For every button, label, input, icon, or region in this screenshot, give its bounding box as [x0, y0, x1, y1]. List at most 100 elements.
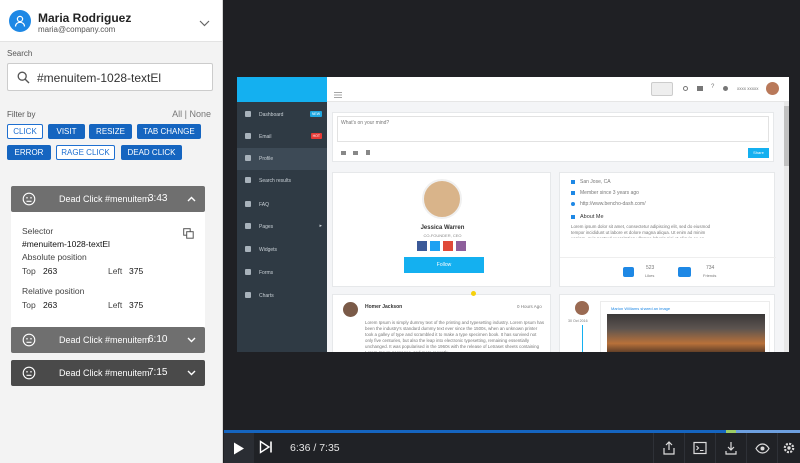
recorded-nav-label: Email	[259, 134, 272, 140]
recorded-nav-label: Search results	[259, 178, 291, 184]
event-card: Dead Click #menuitem-1028-textEl 7:15	[11, 360, 205, 386]
recorded-post-input: What's on your mind?	[337, 116, 769, 142]
recorded-nav-label: Pages	[259, 224, 274, 230]
gear-icon	[723, 86, 728, 91]
recorded-share-button: Share	[748, 148, 769, 158]
recorded-logo	[237, 77, 327, 102]
recorded-nav-item: Charts	[237, 285, 327, 307]
about-title: About Me	[580, 214, 604, 220]
player-controls: 6:36 / 7:35	[224, 433, 800, 463]
member-icon	[571, 191, 575, 195]
event-card: Dead Click #menuitem-1028-textEl 3:43 Se…	[11, 186, 205, 327]
recorded-nav-item: Search results	[237, 170, 327, 192]
console-button[interactable]	[684, 433, 715, 463]
event-time: 3:43	[148, 193, 168, 204]
dashboard-icon	[245, 111, 251, 117]
filter-rage-click-button[interactable]: RAGE CLICK	[56, 145, 115, 160]
timeline-line	[582, 325, 583, 352]
event-header[interactable]: Dead Click #menuitem-1028-textEl 3:43	[11, 186, 205, 212]
gear-icon	[783, 442, 795, 454]
chevron-down-icon[interactable]	[177, 360, 205, 386]
chevron-up-icon[interactable]	[177, 186, 205, 212]
search-icon	[683, 86, 688, 91]
chevron-down-icon[interactable]	[177, 327, 205, 353]
post-placeholder: What's on your mind?	[341, 120, 390, 126]
info-website: http://www.bencho-dash.com/	[580, 201, 646, 207]
recorded-nav-item: Profile	[237, 148, 327, 170]
download-button[interactable]	[715, 433, 746, 463]
timeline-avatar	[575, 301, 589, 315]
post-author: Homer Jackson	[365, 304, 403, 310]
timeline-entry: Marion Williams shared an image	[600, 301, 770, 352]
selector-label: Selector	[22, 226, 54, 236]
recorded-username: xxxx xxxxx	[737, 86, 759, 91]
filter-visit-button[interactable]: VISIT	[48, 124, 85, 139]
mail-icon	[697, 86, 703, 91]
email-icon	[245, 133, 251, 139]
search-label: Search	[7, 49, 33, 58]
recorded-nav-item: Widgets	[237, 239, 327, 261]
post-text: Lorem Ipsum is simply dummy text of the …	[365, 320, 545, 352]
copy-icon[interactable]	[183, 226, 194, 244]
recorded-nav-item: Pages ▸	[237, 216, 327, 238]
recorded-topbar: ? xxxx xxxxx	[237, 77, 789, 102]
twitter-icon	[430, 241, 440, 251]
recorded-follow-button: Follow	[404, 257, 484, 273]
recorded-avatar	[766, 82, 779, 95]
user-name: Maria Rodriguez	[38, 11, 132, 25]
share-button[interactable]	[653, 433, 684, 463]
filter-click-button[interactable]: CLICK	[7, 124, 43, 139]
settings-button[interactable]	[777, 433, 800, 463]
relative-top-value: 263	[43, 300, 58, 310]
filter-all-none-toggle[interactable]: All | None	[172, 109, 211, 119]
chevron-down-icon[interactable]	[199, 14, 210, 32]
relative-left-value: 375	[129, 300, 144, 310]
profile-name: Jessica Warren	[420, 225, 465, 231]
charts-icon	[245, 292, 251, 298]
file-icon	[366, 150, 370, 155]
event-details: Selector #menuitem-1028-textEl Absolute …	[11, 212, 205, 327]
recorded-nav-label: Dashboard	[259, 112, 284, 118]
absolute-position-label: Absolute position	[22, 252, 87, 262]
video-icon	[341, 151, 346, 155]
absolute-left-value: 375	[129, 266, 144, 276]
download-icon	[725, 442, 737, 455]
view-toggle	[651, 82, 673, 96]
user-email: maria@company.com	[38, 25, 116, 34]
filter-error-button[interactable]: ERROR	[7, 145, 51, 160]
filter-resize-button[interactable]: RESIZE	[89, 124, 132, 139]
filter-tab-change-button[interactable]: TAB CHANGE	[137, 124, 201, 139]
post-time: 0 Hours Ago	[517, 304, 542, 309]
skip-next-button[interactable]	[259, 440, 273, 459]
relative-position-label: Relative position	[22, 286, 85, 296]
search-input[interactable]	[37, 69, 207, 87]
event-time: 7:15	[148, 367, 168, 378]
profile-icon	[245, 155, 251, 161]
recorded-nav-item: Email HOT	[237, 126, 327, 148]
about-text: Lorem ipsum dolor sit amet, consectetur …	[571, 224, 711, 238]
session-player: ? xxxx xxxxx Dashboard NEW Email HOT Profi…	[224, 0, 800, 463]
dead-face-icon	[22, 333, 36, 352]
recorded-nav-label: Profile	[259, 156, 274, 162]
timeline-text: Marion Williams shared an image	[611, 306, 671, 311]
play-button[interactable]	[224, 433, 254, 463]
event-header[interactable]: Dead Click #menuitem-1028-textEl 6:10	[11, 327, 205, 353]
recorded-nav-label: Forms	[259, 270, 274, 276]
event-sidebar: Maria Rodriguez maria@company.com Search…	[0, 0, 223, 463]
visibility-button[interactable]	[746, 433, 777, 463]
filter-dead-click-button[interactable]: DEAD CLICK	[121, 145, 182, 160]
event-header[interactable]: Dead Click #menuitem-1028-textEl 7:15	[11, 360, 205, 386]
search-box[interactable]	[7, 63, 213, 91]
add-friend-icon	[678, 267, 691, 277]
recorded-page-viewport: ? xxxx xxxxx Dashboard NEW Email HOT Profi…	[237, 77, 789, 352]
relative-top-label: Top	[22, 300, 36, 310]
user-header[interactable]: Maria Rodriguez maria@company.com	[0, 0, 222, 42]
profile-photo	[422, 179, 462, 219]
recorded-info-card: San Jose, CA Member since 3 years ago ht…	[559, 172, 776, 287]
info-location: San Jose, CA	[580, 179, 611, 185]
widgets-icon	[245, 246, 251, 252]
forms-icon	[245, 269, 251, 275]
recorded-nav-item: Dashboard NEW	[237, 104, 327, 126]
click-marker	[471, 291, 476, 296]
event-card: Dead Click #menuitem-1028-textEl 6:10	[11, 327, 205, 353]
